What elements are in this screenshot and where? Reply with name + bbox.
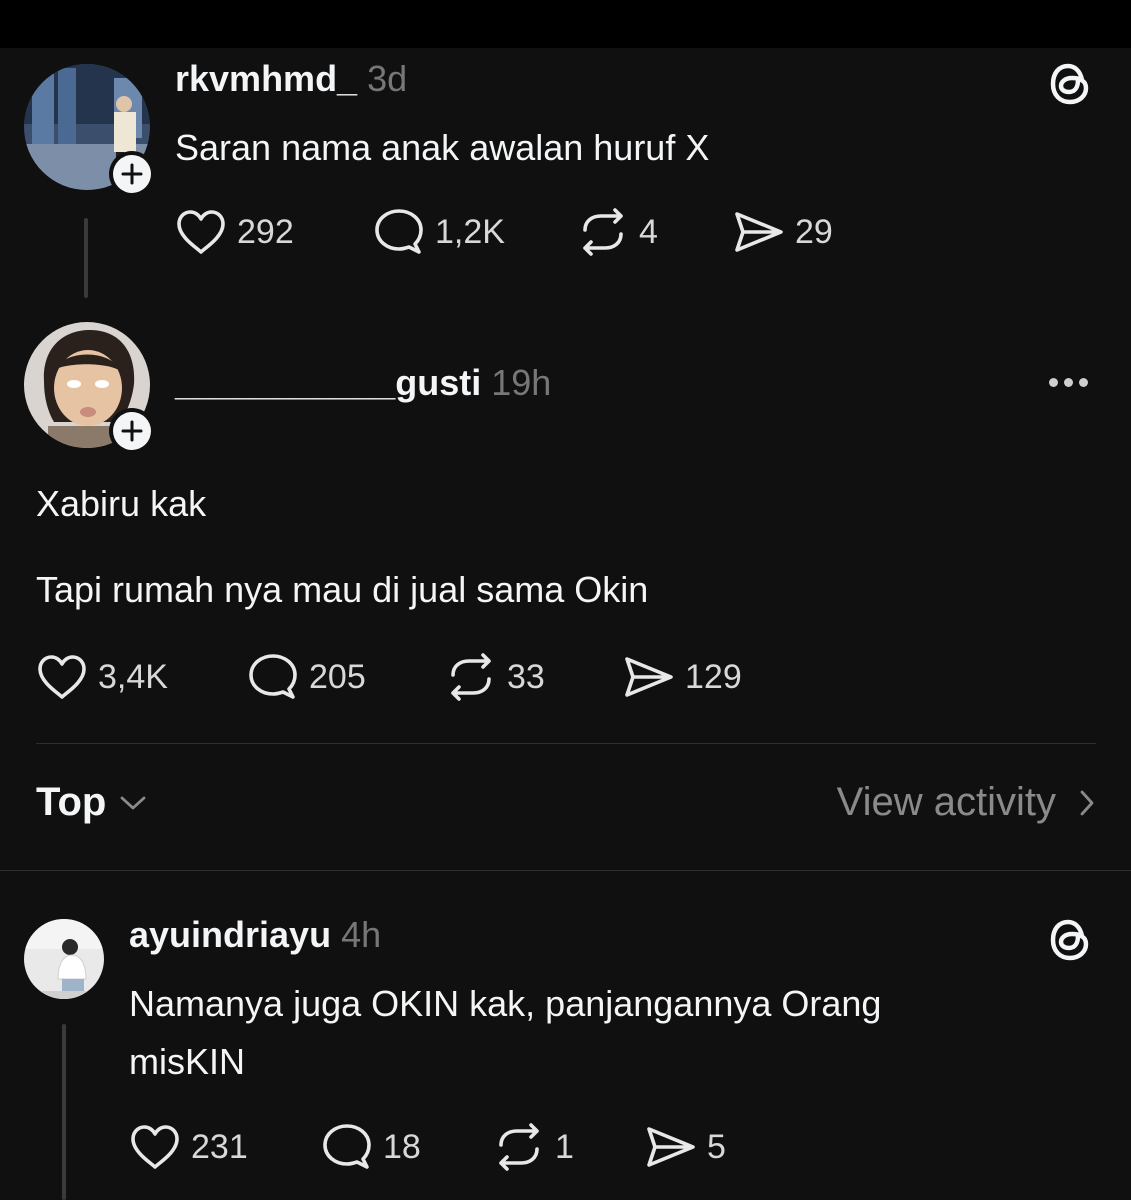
post-text-line: Namanya juga OKIN kak, panjangannya Oran… <box>129 983 882 1024</box>
post-time: 19h <box>491 362 552 403</box>
like-count: 3,4K <box>98 657 168 696</box>
heart-icon <box>38 655 86 699</box>
username-text[interactable]: rkvmhmd_ <box>175 58 357 99</box>
reply-button[interactable]: 205 <box>247 653 445 701</box>
sort-dropdown[interactable]: Top <box>36 780 148 825</box>
threads-logo-icon <box>1048 58 1094 113</box>
avatar[interactable] <box>24 919 104 999</box>
chevron-down-icon <box>120 796 146 809</box>
repost-button[interactable]: 1 <box>493 1123 645 1171</box>
like-button[interactable]: 231 <box>129 1123 321 1171</box>
repost-count: 1 <box>555 1127 574 1166</box>
reply-count: 205 <box>309 657 366 696</box>
share-count: 29 <box>795 212 833 251</box>
share-button[interactable]: 5 <box>645 1123 726 1171</box>
post-time: 3d <box>367 58 408 99</box>
view-activity-link[interactable]: View activity <box>837 780 1096 825</box>
reply-button[interactable]: 1,2K <box>373 208 577 256</box>
repost-count: 4 <box>639 212 658 251</box>
share-button[interactable]: 129 <box>623 653 742 701</box>
repost-icon <box>451 653 491 701</box>
status-bar <box>0 0 1131 48</box>
divider <box>36 743 1096 744</box>
post-text: Saran nama anak awalan huruf X <box>175 127 710 168</box>
post-username[interactable]: ayuindriayu 4h <box>129 914 381 956</box>
like-count: 231 <box>191 1127 248 1166</box>
repost-count: 33 <box>507 657 545 696</box>
sort-label: Top <box>36 780 107 824</box>
post-actions: 231 18 1 5 <box>129 1122 726 1172</box>
reply-button[interactable]: 18 <box>321 1123 493 1171</box>
post-username[interactable]: ___________gusti 19h <box>175 362 551 404</box>
reply-count: 18 <box>383 1127 421 1166</box>
threads-screen: rkvmhmd_ 3d Saran nama anak awalan huruf … <box>0 0 1131 1200</box>
send-icon <box>647 1127 695 1167</box>
follow-button[interactable] <box>109 408 155 454</box>
share-count: 129 <box>685 657 742 696</box>
thread-line <box>84 218 88 298</box>
plus-icon <box>121 163 143 185</box>
plus-icon <box>121 420 143 442</box>
comment-icon <box>249 654 297 699</box>
share-count: 5 <box>707 1127 726 1166</box>
chevron-right-icon <box>1080 790 1094 815</box>
more-options-icon[interactable] <box>1049 378 1088 387</box>
post-text-line: misKIN <box>129 1041 245 1082</box>
threads-logo-icon <box>1048 914 1094 969</box>
send-icon <box>735 212 783 252</box>
follow-button[interactable] <box>109 151 155 197</box>
repost-button[interactable]: 33 <box>445 653 623 701</box>
replies-sort-bar: Top View activity <box>36 780 1096 836</box>
send-icon <box>625 657 673 697</box>
like-count: 292 <box>237 212 294 251</box>
view-activity-label: View activity <box>836 780 1056 824</box>
share-button[interactable]: 29 <box>733 208 833 256</box>
post-text-line: Tapi rumah nya mau di jual sama Okin <box>36 569 649 610</box>
repost-button[interactable]: 4 <box>577 208 733 256</box>
post-username[interactable]: rkvmhmd_ 3d <box>175 58 407 100</box>
repost-icon <box>583 208 623 256</box>
post-actions: 292 1,2K 4 29 <box>175 207 833 257</box>
post-actions: 3,4K 205 33 129 <box>36 652 742 702</box>
post-text-line: Xabiru kak <box>36 483 207 524</box>
username-text[interactable]: ___________gusti <box>175 362 481 403</box>
heart-icon <box>131 1125 179 1169</box>
comment-icon <box>375 209 423 254</box>
post-time: 4h <box>341 914 382 955</box>
heart-icon <box>177 210 225 254</box>
like-button[interactable]: 3,4K <box>36 653 247 701</box>
comment-icon <box>323 1124 371 1169</box>
username-text[interactable]: ayuindriayu <box>129 914 331 955</box>
reply-count: 1,2K <box>435 212 505 251</box>
repost-icon <box>499 1123 539 1171</box>
thread-line <box>62 1024 66 1200</box>
divider <box>0 870 1131 871</box>
like-button[interactable]: 292 <box>175 208 373 256</box>
